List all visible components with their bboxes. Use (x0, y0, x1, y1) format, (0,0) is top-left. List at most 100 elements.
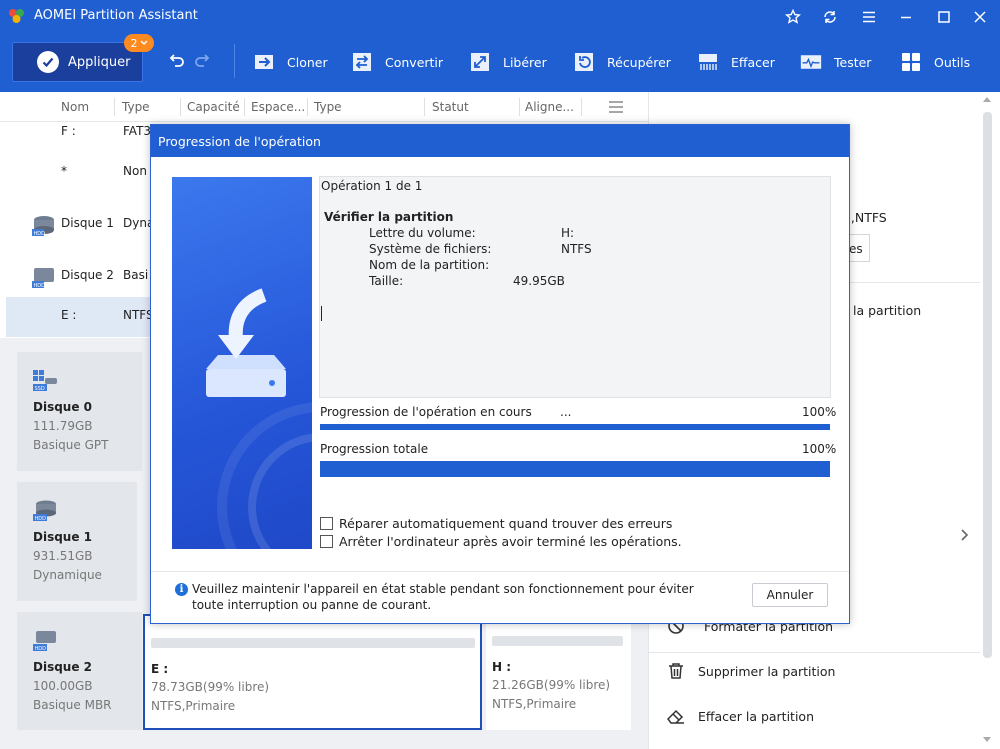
partition-type: NTFS,Primaire (492, 697, 577, 711)
minimize-icon[interactable] (893, 4, 919, 30)
column-header-capacity[interactable]: Capacité (187, 100, 240, 114)
undo-icon[interactable] (167, 52, 185, 70)
current-progress-percent: 100% (802, 405, 837, 419)
scroll-down-icon[interactable] (983, 737, 991, 743)
hdd-icon: HDD (33, 500, 56, 522)
hdd-icon: HDD (32, 268, 54, 289)
volume-letter-label: Lettre du volume: (369, 226, 476, 240)
partition-card-selected[interactable]: E : 78.73GB(99% libre) NTFS,Primaire (143, 614, 482, 730)
wipe-icon (697, 51, 719, 73)
toolbar-tools-button[interactable]: Outils (900, 48, 970, 76)
scrollbar-thumb[interactable] (983, 112, 992, 658)
column-header-type[interactable]: Type (122, 100, 150, 114)
svg-text:SSD: SSD (35, 386, 45, 392)
toolbar-separator (234, 44, 235, 78)
auto-repair-checkbox[interactable]: Réparer automatiquement quand trouver de… (320, 516, 672, 531)
column-header-alignment[interactable]: Aligne... (525, 100, 574, 114)
svg-text:HDD: HDD (35, 646, 47, 652)
shutdown-label: Arrêter l'ordinateur après avoir terminé… (339, 534, 682, 549)
row-type: FAT3 (123, 124, 152, 138)
toolbar-convert-label: Convertir (385, 54, 444, 70)
row-name: Disque 1 (61, 216, 114, 230)
volume-letter-value: H: (561, 226, 575, 240)
toolbar-test-label: Tester (834, 54, 872, 70)
column-header-status[interactable]: Statut (432, 100, 469, 114)
hdd-icon: HDD (32, 216, 54, 237)
current-progress-label: Progression de l'opération en cours (320, 405, 532, 419)
disk-name: Disque 0 (33, 400, 93, 414)
toolbar-clone-button[interactable]: Cloner (253, 48, 328, 76)
menu-icon[interactable] (856, 4, 882, 30)
right-panel-action-partial[interactable]: la partition (853, 303, 921, 318)
operation-log: Opération 1 de 1 Vérifier la partition L… (319, 176, 831, 398)
progress-dialog: Progression de l'opération Opération 1 d… (150, 124, 850, 624)
total-progress-label: Progression totale (320, 442, 429, 456)
stability-warning: Veuillez maintenir l'appareil en état st… (192, 581, 712, 613)
chevron-right-icon[interactable] (958, 528, 970, 542)
info-icon: i (175, 583, 188, 596)
disk-card[interactable]: SSD Disque 0 111.79GB Basique GPT (17, 352, 142, 471)
row-name: F : (61, 124, 76, 138)
disk-card[interactable]: HDD Disque 2 100.00GB Basique MBR (17, 612, 142, 730)
partition-free: 21.26GB(99% libre) (492, 678, 611, 692)
filesystem-value: NTFS (561, 242, 592, 256)
dialog-footer-divider (151, 571, 849, 572)
check-icon (37, 51, 59, 73)
disk-size: 100.00GB (33, 679, 93, 693)
eraser-icon (667, 709, 684, 724)
scroll-up-icon[interactable] (983, 96, 991, 102)
star-icon[interactable] (780, 4, 806, 30)
disk-download-icon (206, 288, 312, 549)
clone-icon (253, 51, 275, 73)
table-row-selected[interactable]: E : NTFS (6, 297, 154, 337)
test-icon (800, 51, 822, 73)
title-bar: AOMEI Partition Assistant Appliquer 2 Cl… (0, 0, 1000, 92)
toolbar-clone-label: Cloner (287, 54, 328, 70)
disk-type: Basique GPT (33, 438, 109, 452)
toolbar-wipe-button[interactable]: Effacer (697, 48, 775, 76)
close-icon[interactable] (967, 4, 993, 30)
toolbar-test-button[interactable]: Tester (800, 48, 871, 76)
disk-card[interactable]: HDD Disque 1 931.51GB Dynamique (17, 482, 137, 601)
row-name: E : (61, 308, 77, 322)
toolbar-recover-button[interactable]: Récupérer (573, 48, 671, 76)
column-header-fs-type[interactable]: Type (314, 100, 342, 114)
shutdown-checkbox[interactable]: Arrêter l'ordinateur après avoir terminé… (320, 534, 682, 549)
wipe-partition-action[interactable]: Effacer la partition (666, 704, 814, 728)
partition-card[interactable]: H : 21.26GB(99% libre) NTFS,Primaire (486, 614, 631, 730)
cancel-button[interactable]: Annuler (752, 583, 828, 607)
convert-icon (351, 51, 373, 73)
column-settings-icon[interactable] (608, 100, 624, 114)
current-progress-ellipsis: ... (560, 405, 572, 419)
disk-name: Disque 1 (33, 530, 93, 544)
disk-size: 111.79GB (33, 419, 93, 433)
disk-name: Disque 2 (33, 660, 93, 674)
column-header-name[interactable]: Nom (61, 100, 89, 114)
auto-repair-label: Réparer automatiquement quand trouver de… (339, 516, 673, 531)
partition-name: H : (492, 660, 512, 674)
svg-text:HDD: HDD (35, 516, 47, 522)
partition-type: NTFS,Primaire (151, 699, 236, 713)
checkbox-box[interactable] (320, 517, 333, 530)
toolbar-convert-button[interactable]: Convertir (351, 48, 443, 76)
toolbar-tools-label: Outils (934, 54, 971, 70)
trash-icon (669, 663, 683, 679)
partition-usage-bar (492, 636, 623, 646)
apply-button[interactable]: Appliquer (12, 42, 143, 82)
maximize-icon[interactable] (931, 4, 957, 30)
refresh-icon[interactable] (817, 4, 843, 30)
hdd-icon: HDD (33, 631, 56, 652)
partition-properties-label: es (849, 242, 863, 256)
partition-free: 78.73GB(99% libre) (151, 680, 270, 694)
pending-operations-badge[interactable]: 2 (124, 34, 154, 52)
disk-size: 931.51GB (33, 549, 93, 563)
toolbar-free-button[interactable]: Libérer (469, 48, 547, 76)
disk-type: Basique MBR (33, 698, 112, 712)
operation-name: Vérifier la partition (324, 210, 454, 224)
column-header-space[interactable]: Espace... (251, 100, 305, 114)
filesystem-label: Système de fichiers: (369, 242, 492, 256)
pending-count: 2 (130, 36, 138, 50)
redo-icon[interactable] (194, 52, 212, 70)
delete-partition-action[interactable]: Supprimer la partition (666, 659, 835, 683)
checkbox-box[interactable] (320, 535, 333, 548)
